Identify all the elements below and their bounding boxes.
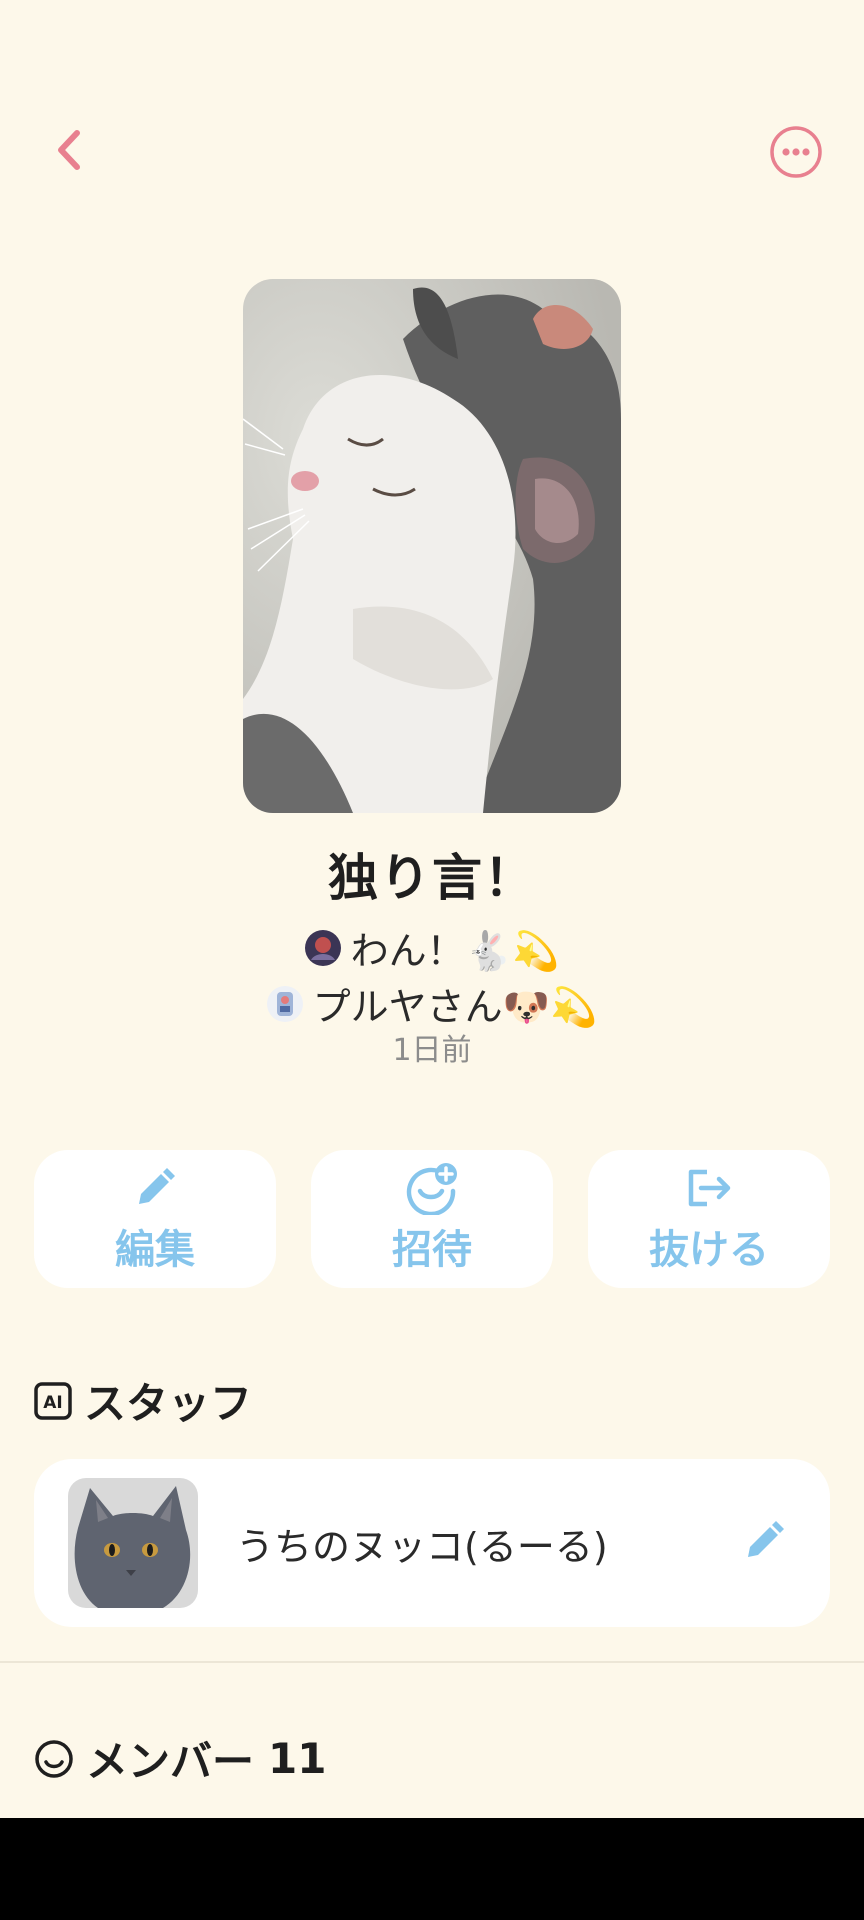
pencil-icon <box>133 1163 177 1213</box>
more-horizontal-icon <box>769 125 823 183</box>
creator-name: プルヤさん🐶💫 <box>312 985 598 1029</box>
invite-label: 招待 <box>392 1227 472 1273</box>
creator-name: わん！🐇💫 <box>350 929 560 973</box>
members-heading-text: メンバー <box>86 1737 255 1786</box>
system-navigation-bar <box>0 1818 864 1920</box>
staff-avatar <box>68 1478 198 1608</box>
members-section-heading: メンバー 11 <box>34 1728 326 1789</box>
invite-smiley-plus-icon <box>405 1163 459 1215</box>
last-updated-time: 1日前 <box>392 1033 472 1068</box>
edit-label: 編集 <box>115 1227 195 1273</box>
staff-heading-text: スタッフ <box>84 1379 253 1428</box>
edit-button[interactable]: 編集 <box>34 1150 276 1288</box>
staff-name: うちのヌッコ(るーる) <box>236 1524 608 1569</box>
invite-button[interactable]: 招待 <box>311 1150 553 1288</box>
more-options-button[interactable] <box>768 126 824 182</box>
staff-section-heading: AI スタッフ <box>34 1370 252 1431</box>
members-count: 11 <box>268 1734 327 1783</box>
creator-row[interactable]: わん！🐇💫 <box>0 920 864 975</box>
staff-card[interactable]: うちのヌッコ(るーる) <box>34 1459 830 1627</box>
svg-text:AI: AI <box>43 1393 62 1413</box>
section-divider <box>0 1661 864 1663</box>
creator-row[interactable]: プルヤさん🐶💫 <box>0 976 864 1031</box>
leave-button[interactable]: 抜ける <box>588 1150 830 1288</box>
creator-avatar <box>266 985 303 1022</box>
ai-badge-icon: AI <box>34 1381 72 1420</box>
room-cover-photo[interactable] <box>243 279 621 813</box>
leave-exit-icon <box>685 1163 733 1213</box>
creator-avatar <box>304 929 341 966</box>
staff-edit-button[interactable] <box>734 1513 794 1573</box>
pencil-icon <box>742 1519 786 1567</box>
back-button[interactable] <box>40 120 96 184</box>
smiley-icon <box>34 1739 74 1779</box>
leave-label: 抜ける <box>649 1227 769 1273</box>
chevron-left-icon <box>53 128 83 176</box>
room-title: 独り言！ <box>328 849 536 907</box>
